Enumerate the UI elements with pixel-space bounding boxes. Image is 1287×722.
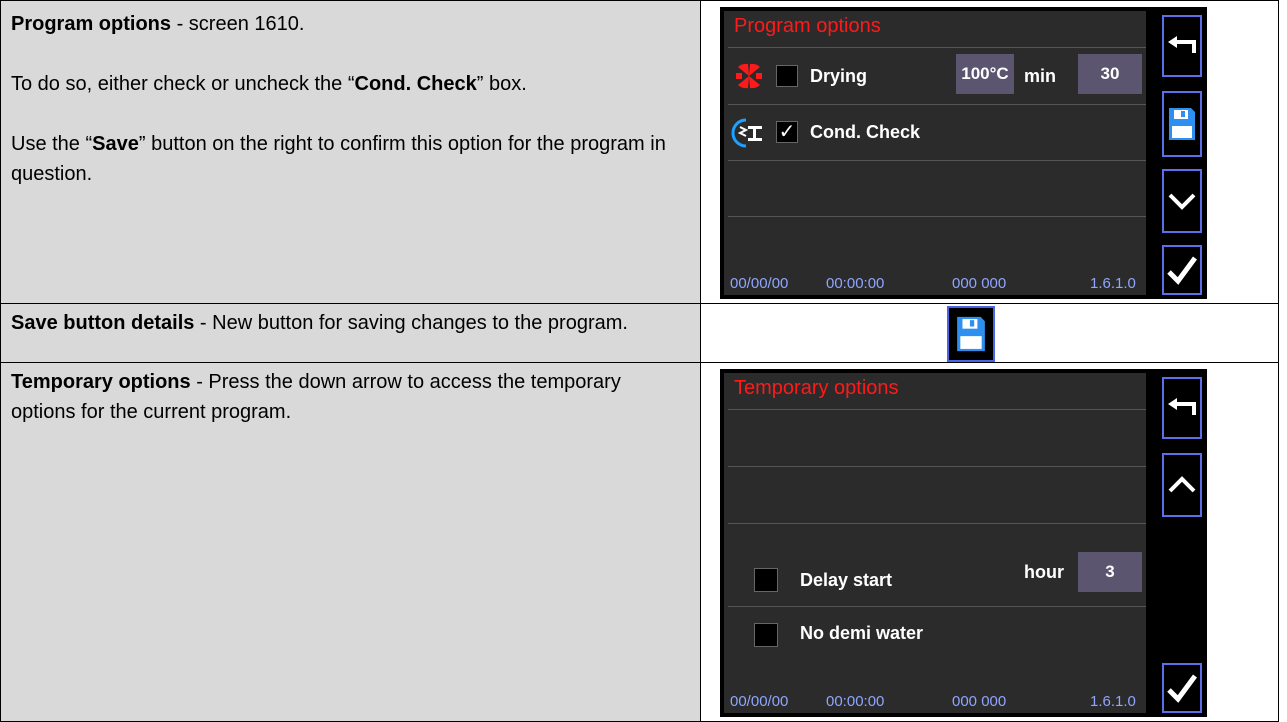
status-code: 000 000: [952, 275, 1007, 292]
options-panel: Program options Drying 100°C min 30 ✓ Co…: [724, 11, 1146, 295]
chevron-down-icon: [1168, 193, 1196, 210]
confirm-button[interactable]: [1162, 663, 1202, 713]
save-button-cell: [701, 304, 1278, 362]
status-date: 00/00/00: [730, 693, 789, 710]
option-row-empty: [728, 217, 1146, 272]
status-version: 1.6.1.0: [1090, 275, 1136, 292]
drying-temperature-field[interactable]: 100°C: [956, 54, 1014, 94]
scroll-up-button[interactable]: [1162, 453, 1202, 517]
screenshot-cell: Program options Drying 100°C min 30 ✓ Co…: [701, 1, 1278, 303]
drying-label: Drying: [810, 66, 868, 86]
row-text: - screen 1610.: [171, 13, 305, 35]
chevron-up-icon: [1168, 476, 1196, 493]
save-button[interactable]: [1162, 91, 1202, 157]
back-button[interactable]: [1162, 377, 1202, 439]
checkmark-icon: [1167, 256, 1198, 285]
cond-check-checkbox[interactable]: ✓: [776, 121, 798, 143]
paragraph-text: ” box.: [476, 73, 527, 95]
back-button[interactable]: [1162, 15, 1202, 77]
back-arrow-icon: [1168, 398, 1196, 415]
screen-title: Temporary options: [734, 377, 899, 399]
table-row: Program options - screen 1610. To do so,…: [0, 0, 1279, 304]
option-row-empty: [728, 410, 1146, 467]
drying-checkbox[interactable]: [776, 65, 798, 87]
cond-check-label: Cond. Check: [810, 122, 921, 142]
save-disk-icon: [1169, 108, 1195, 140]
back-arrow-icon: [1168, 36, 1196, 53]
delay-start-checkbox[interactable]: [754, 568, 778, 592]
save-button-detail: [947, 306, 995, 362]
paragraph-text: Use the “: [11, 133, 93, 155]
checkmark-icon: [1167, 674, 1198, 703]
option-row-empty: [728, 161, 1146, 217]
screenshot-cell: Temporary options Delay start hour 3 No …: [701, 363, 1278, 721]
status-version: 1.6.1.0: [1090, 693, 1136, 710]
program-options-screen: Program options Drying 100°C min 30 ✓ Co…: [720, 7, 1207, 299]
scroll-down-button[interactable]: [1162, 169, 1202, 233]
delay-start-hours-field[interactable]: 3: [1078, 552, 1142, 592]
no-demi-water-label: No demi water: [800, 623, 924, 643]
status-time: 00:00:00: [826, 693, 885, 710]
row-heading: Temporary options: [11, 371, 191, 393]
status-time: 00:00:00: [826, 275, 885, 292]
paragraph-text: To do so, either check or uncheck the “: [11, 73, 355, 95]
status-bar: 00/00/00 00:00:00 000 000 1.6.1.0: [730, 273, 1137, 295]
options-panel: Temporary options Delay start hour 3 No …: [724, 373, 1146, 713]
status-date: 00/00/00: [730, 275, 789, 292]
paragraph-bold: Cond. Check: [354, 73, 477, 95]
option-row-delay-start: Delay start hour 3: [728, 524, 1146, 607]
table-row: Save button details - New button for sav…: [0, 303, 1279, 363]
option-row-drying: Drying 100°C min 30: [728, 48, 1146, 105]
options-list: Delay start hour 3 No demi water: [728, 409, 1146, 714]
confirm-button[interactable]: [1162, 245, 1202, 295]
row-heading: Save button details: [11, 312, 195, 334]
description-cell: Temporary options - Press the down arrow…: [1, 363, 701, 721]
option-row-empty: [728, 467, 1146, 524]
drying-minutes-field[interactable]: 30: [1078, 54, 1142, 94]
status-bar: 00/00/00 00:00:00 000 000 1.6.1.0: [730, 691, 1137, 713]
delay-start-label: Delay start: [800, 570, 893, 590]
fan-icon: [734, 61, 764, 96]
options-list: Drying 100°C min 30 ✓ Cond. Check: [728, 47, 1146, 296]
temporary-options-screen: Temporary options Delay start hour 3 No …: [720, 369, 1207, 717]
screen-title: Program options: [734, 15, 881, 37]
table-row: Temporary options - Press the down arrow…: [0, 362, 1279, 722]
description-cell: Save button details - New button for sav…: [1, 304, 701, 362]
row-text: - New button for saving changes to the p…: [194, 312, 628, 334]
status-code: 000 000: [952, 693, 1007, 710]
row-heading: Program options: [11, 13, 172, 35]
option-row-cond-check: ✓ Cond. Check: [728, 105, 1146, 161]
description-cell: Program options - screen 1610. To do so,…: [1, 1, 701, 303]
delay-start-unit-label: hour: [1024, 562, 1064, 582]
no-demi-water-checkbox[interactable]: [754, 623, 778, 647]
drying-unit-label: min: [1024, 66, 1057, 86]
paragraph-bold: Save: [92, 133, 139, 155]
save-disk-icon: [957, 316, 985, 352]
conductivity-sensor-icon: [730, 117, 766, 154]
option-row-no-demi-water: No demi water: [728, 607, 1146, 663]
